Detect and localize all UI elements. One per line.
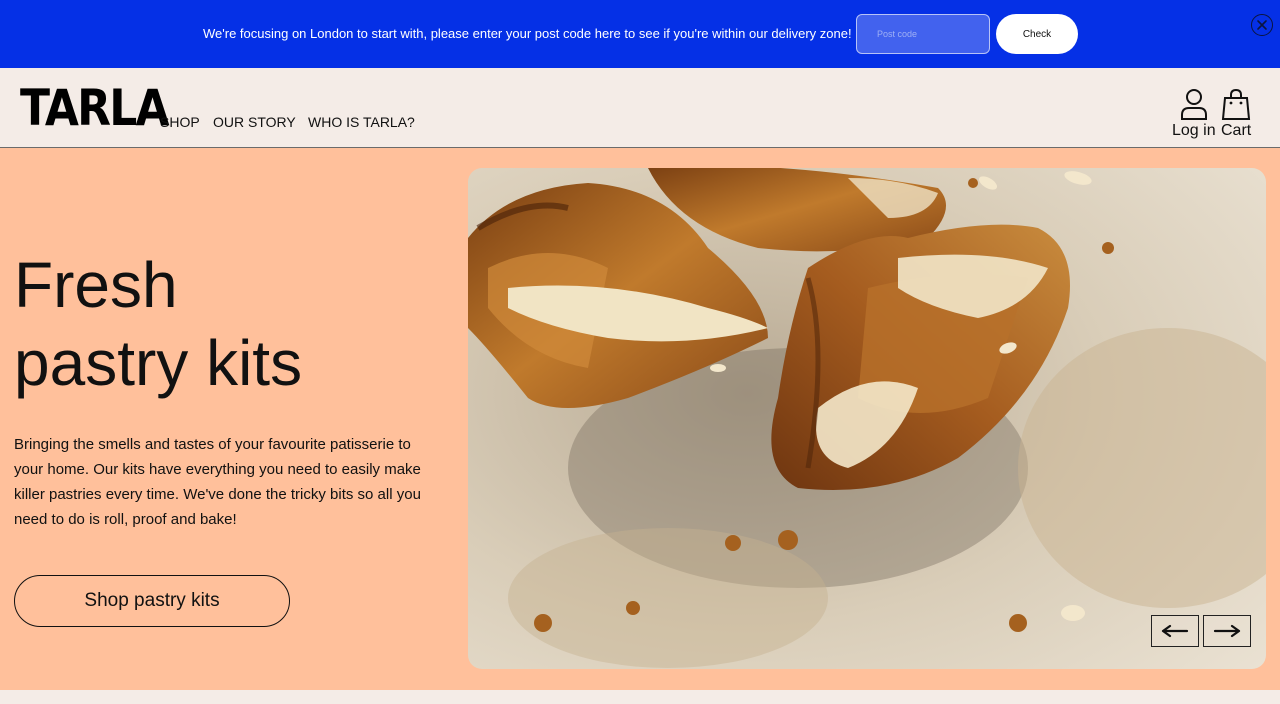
arrow-right-icon: [1213, 624, 1241, 638]
nav-item-our-story[interactable]: OUR STORY: [213, 114, 296, 130]
site-header: [0, 68, 1280, 148]
postcode-input[interactable]: [856, 14, 990, 54]
hero-title-line-2: pastry kits: [14, 327, 303, 399]
close-banner-button[interactable]: [1251, 14, 1273, 36]
check-button[interactable]: Check: [996, 14, 1078, 54]
carousel-prev-button[interactable]: [1151, 615, 1199, 647]
nav-item-shop[interactable]: SHOP: [160, 114, 200, 130]
cart-label: Cart: [1221, 122, 1252, 139]
delivery-banner-message: We're focusing on London to start with, …: [203, 26, 852, 41]
cart-link[interactable]: Cart: [1221, 88, 1251, 140]
croissant-photo: [468, 168, 1266, 669]
nav-item-who-is-tarla[interactable]: WHO IS TARLA?: [308, 114, 415, 130]
logo[interactable]: TARLA: [20, 80, 170, 136]
hero-description: Bringing the smells and tastes of your f…: [14, 436, 421, 528]
login-link[interactable]: Log in: [1172, 88, 1216, 140]
hero-title-line-1: Fresh: [14, 249, 178, 321]
hero-image-croissants: [468, 168, 1266, 669]
arrow-left-icon: [1161, 624, 1189, 638]
page-bottom-strip: [0, 690, 1280, 704]
login-label: Log in: [1172, 122, 1216, 139]
shopping-bag-icon: [1222, 88, 1251, 120]
hero-title: Fresh pastry kits: [14, 246, 302, 402]
delivery-banner: We're focusing on London to start with, …: [0, 0, 1280, 68]
shop-pastry-kits-button[interactable]: Shop pastry kits: [14, 575, 290, 627]
user-icon: [1180, 89, 1207, 120]
close-icon: [1257, 20, 1267, 30]
carousel-next-button[interactable]: [1203, 615, 1251, 647]
